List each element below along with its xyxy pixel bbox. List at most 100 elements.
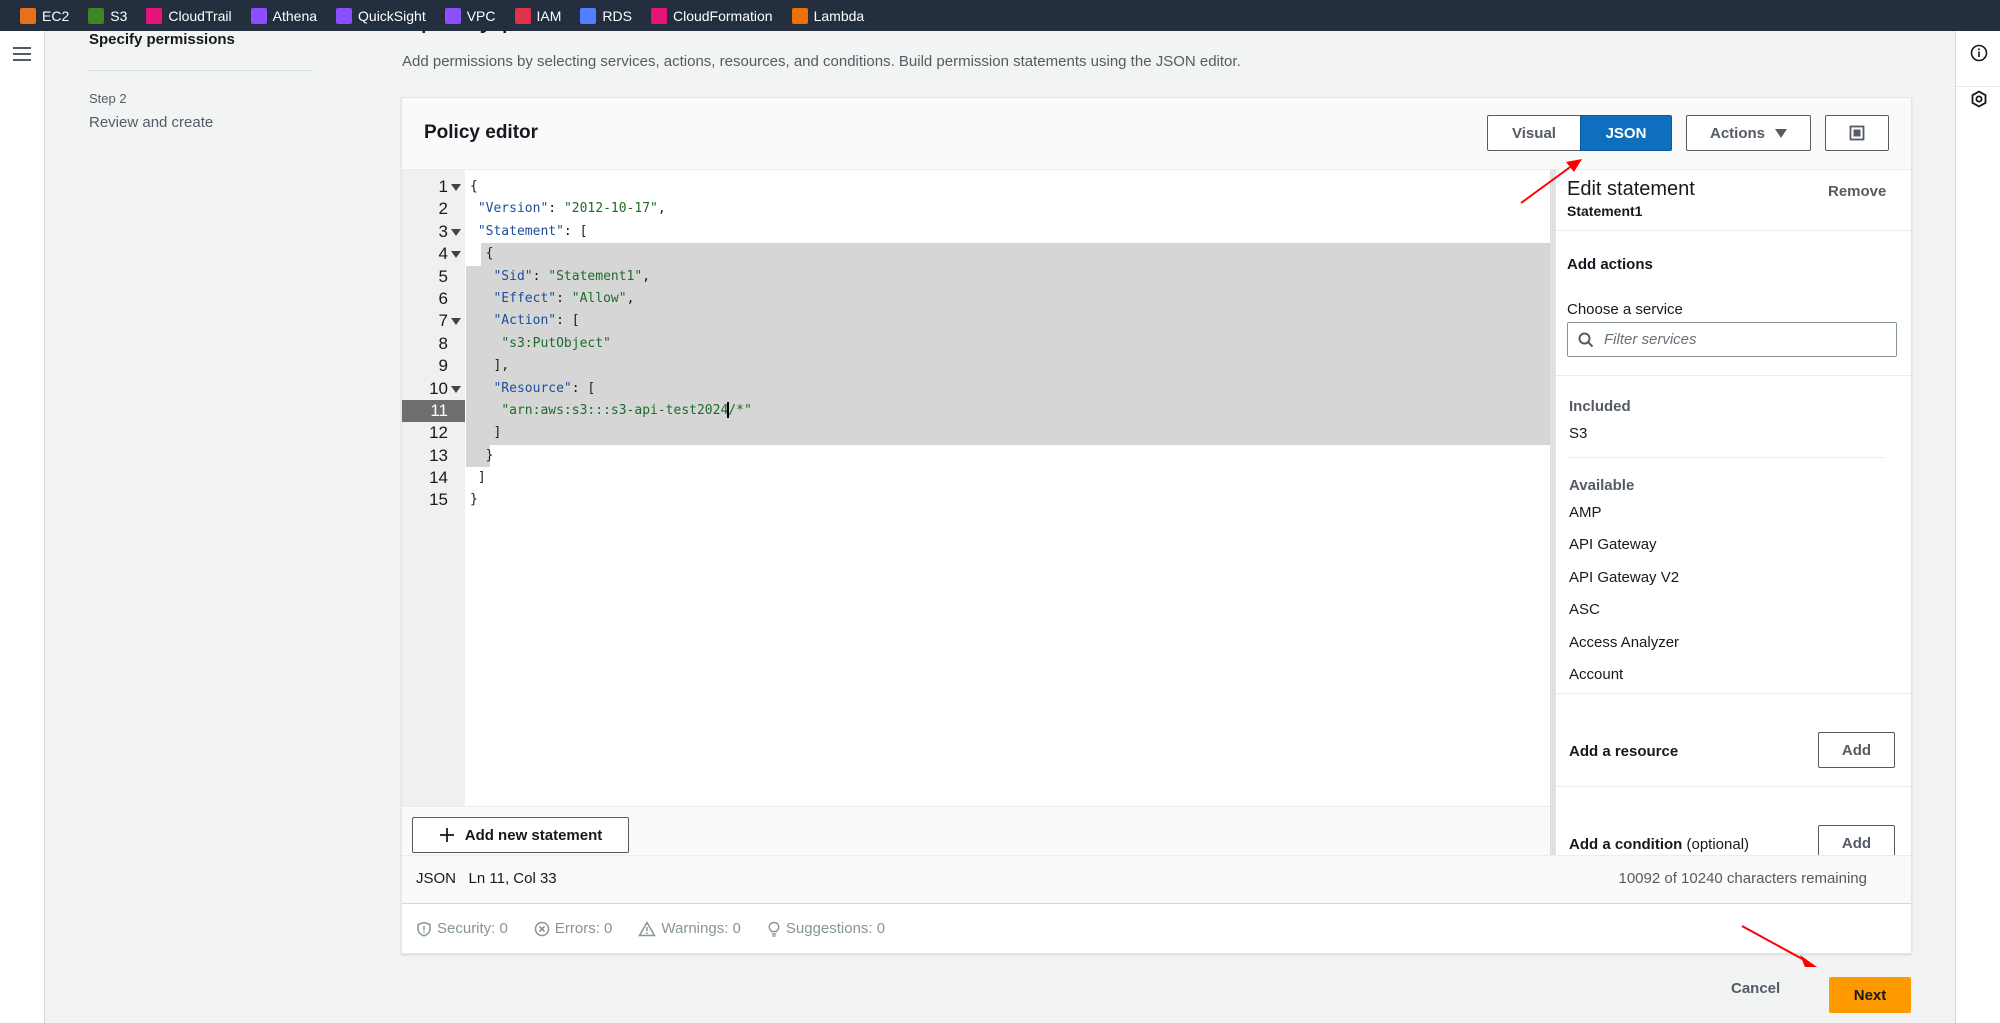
- line-number: 1: [438, 177, 448, 196]
- code-line: 1 {: [402, 176, 1550, 198]
- cloudformation-icon: [650, 7, 667, 24]
- warnings-count[interactable]: Warnings: 0: [638, 920, 741, 937]
- service-shortcut-cloudtrail[interactable]: CloudTrail: [146, 7, 232, 24]
- panel-divider: [1556, 693, 1911, 694]
- code-line: 2 "Version": "2012-10-17",: [402, 198, 1550, 220]
- add-resource-label: Add a resource: [1569, 743, 1679, 760]
- add-new-statement-button[interactable]: Add new statement: [412, 817, 629, 853]
- line-number: 14: [429, 468, 448, 488]
- add-resource-button[interactable]: Add: [1818, 732, 1895, 768]
- add-condition-label: Add a condition (optional): [1569, 836, 1749, 853]
- code-lines[interactable]: 1 { 2 "Version": "2012-10-17", 3 "Statem…: [402, 176, 1550, 512]
- security-count[interactable]: Security: 0: [416, 920, 508, 937]
- service-shortcut-vpc[interactable]: VPC: [444, 7, 496, 24]
- json-mode-button[interactable]: JSON: [1580, 115, 1672, 151]
- line-number: 4: [438, 244, 448, 264]
- left-nav-strip: [0, 31, 45, 1023]
- filter-services-input-wrapper[interactable]: [1567, 322, 1897, 357]
- suggestions-label: Suggestions: 0: [785, 920, 886, 937]
- errors-count[interactable]: Errors: 0: [534, 920, 612, 937]
- service-item[interactable]: Account: [1569, 666, 1623, 683]
- s3-icon: [88, 7, 105, 24]
- add-condition-text: Add a condition: [1569, 836, 1683, 853]
- json-code-editor[interactable]: 1 { 2 "Version": "2012-10-17", 3 "Statem…: [402, 170, 1550, 806]
- code-line: 11 "arn:aws:s3:::s3-api-test2024/*": [402, 399, 1550, 423]
- security-label: Security: 0: [437, 920, 508, 937]
- service-list[interactable]: Included S3 Available AMP API Gateway AP…: [1556, 380, 1911, 692]
- shield-icon: [417, 921, 431, 937]
- code-line: 6 "Effect": "Allow",: [402, 287, 1550, 311]
- service-item[interactable]: Access Analyzer: [1569, 634, 1679, 651]
- service-item-s3[interactable]: S3: [1569, 425, 1587, 442]
- optional-text: (optional): [1686, 836, 1750, 853]
- service-shortcut-quicksight[interactable]: QuickSight: [336, 7, 426, 24]
- service-shortcut-label: EC2: [42, 7, 70, 24]
- code-line: 13 }: [402, 444, 1550, 468]
- code-line: 5 "Sid": "Statement1",: [402, 265, 1550, 288]
- selection-highlight: [466, 355, 1550, 378]
- vpc-icon: [444, 7, 461, 24]
- code-line: 7 "Action": [: [402, 310, 1550, 333]
- utility-divider: [1956, 86, 2000, 87]
- search-icon: [1578, 332, 1594, 347]
- visual-mode-button[interactable]: Visual: [1487, 115, 1580, 151]
- service-shortcut-label: S3: [110, 7, 128, 24]
- service-shortcut-athena[interactable]: Athena: [250, 7, 317, 24]
- editor-status-bar: JSON Ln 11, Col 33 10092 of 10240 charac…: [402, 855, 1911, 903]
- settings-hexagon-icon[interactable]: [1969, 89, 1989, 109]
- service-shortcut-s3[interactable]: S3: [88, 7, 128, 24]
- service-shortcut-label: VPC: [466, 7, 496, 24]
- fold-toggle-icon[interactable]: [451, 228, 461, 236]
- statement-name: Statement1: [1567, 203, 1643, 219]
- filter-services-input[interactable]: [1604, 331, 1874, 348]
- fold-toggle-icon[interactable]: [451, 251, 461, 259]
- service-shortcut-iam[interactable]: IAM: [514, 7, 561, 24]
- add-new-statement-label: Add new statement: [464, 826, 603, 844]
- line-number: 13: [429, 445, 448, 465]
- fold-toggle-icon[interactable]: [451, 385, 461, 393]
- cancel-button[interactable]: Cancel: [1731, 980, 1780, 997]
- service-shortcut-label: CloudFormation: [672, 7, 773, 24]
- info-icon[interactable]: [1969, 43, 1989, 63]
- line-number: 3: [438, 221, 448, 241]
- line-number: 6: [438, 288, 448, 308]
- selection-highlight: [481, 243, 1550, 266]
- service-shortcut-rds[interactable]: RDS: [580, 7, 632, 24]
- selection-highlight: [466, 332, 1550, 356]
- fold-toggle-icon[interactable]: [451, 184, 461, 191]
- policy-editor-title: Policy editor: [424, 122, 539, 143]
- service-shortcut-cloudformation[interactable]: CloudFormation: [650, 7, 773, 24]
- service-shortcut-lambda[interactable]: Lambda: [791, 7, 864, 24]
- warning-icon: [638, 920, 657, 936]
- service-item[interactable]: API Gateway V2: [1569, 569, 1679, 586]
- line-number: 11: [402, 399, 465, 423]
- service-item[interactable]: AMP: [1569, 504, 1602, 521]
- fullscreen-button[interactable]: [1825, 115, 1889, 151]
- service-item[interactable]: ASC: [1569, 601, 1600, 618]
- code-line: 3 "Statement": [: [402, 221, 1550, 243]
- actions-dropdown[interactable]: Actions: [1686, 115, 1811, 151]
- panel-divider: [1556, 375, 1911, 376]
- cursor-status: JSON Ln 11, Col 33: [416, 870, 557, 887]
- service-item[interactable]: API Gateway: [1569, 536, 1657, 553]
- selection-highlight: [466, 422, 1550, 445]
- suggestions-count[interactable]: Suggestions: 0: [767, 920, 885, 937]
- service-shortcut-label: RDS: [602, 7, 632, 24]
- iam-icon: [514, 7, 531, 24]
- characters-remaining: 10092 of 10240 characters remaining: [1618, 870, 1868, 887]
- add-actions-heading: Add actions: [1567, 256, 1653, 273]
- menu-icon[interactable]: [13, 47, 31, 61]
- lint-summary-bar: Security: 0 Errors: 0 Warnings: 0 Sugges…: [402, 903, 1911, 953]
- step-divider: [89, 70, 313, 71]
- lightbulb-icon: [768, 921, 780, 937]
- selection-highlight: [466, 310, 1550, 333]
- athena-icon: [250, 7, 267, 24]
- step-2-review-and-create[interactable]: Review and create: [89, 114, 213, 131]
- rds-icon: [580, 7, 597, 24]
- fold-toggle-icon[interactable]: [451, 318, 461, 326]
- remove-statement-button[interactable]: Remove: [1828, 183, 1886, 200]
- line-number: 7: [438, 311, 448, 331]
- next-button[interactable]: Next: [1829, 977, 1911, 1013]
- service-shortcut-ec2[interactable]: EC2: [20, 7, 70, 24]
- lambda-icon: [791, 7, 808, 24]
